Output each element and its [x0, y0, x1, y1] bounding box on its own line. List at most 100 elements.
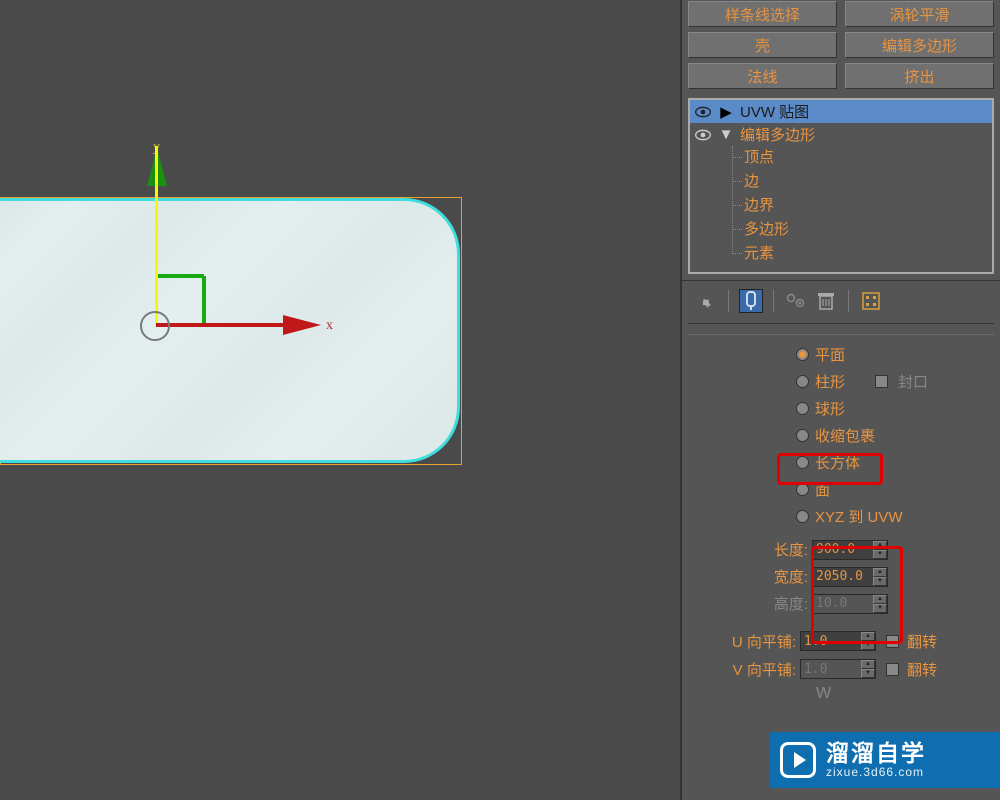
radio-off-icon [796, 456, 809, 469]
stack-item-label: UVW 贴图 [740, 101, 809, 122]
radio-label: 球形 [815, 398, 845, 419]
u-tile-input[interactable] [801, 632, 861, 650]
spinner-up-icon[interactable]: ▲ [873, 568, 887, 577]
axis-x-line[interactable] [156, 323, 288, 327]
radio-off-icon [796, 429, 809, 442]
spinner-up-icon: ▲ [861, 660, 875, 669]
subobject-vertex[interactable]: 顶点 [744, 146, 992, 170]
modifier-normal-button[interactable]: 法线 [688, 63, 837, 89]
show-end-result-icon[interactable] [739, 289, 763, 313]
v-tile-spinner: ▲▼ [800, 659, 876, 679]
visibility-toggle-icon[interactable] [694, 106, 712, 118]
radio-spherical[interactable]: 球形 [796, 395, 994, 422]
modifier-editpoly-button[interactable]: 编辑多边形 [845, 32, 994, 58]
command-panel: 样条线选择 涡轮平滑 壳 编辑多边形 法线 挤出 ▶ UVW 贴图 ▼ 编辑多边… [680, 0, 1000, 800]
subobject-edge[interactable]: 边 [744, 170, 992, 194]
u-tile-spinner[interactable]: ▲▼ [800, 631, 876, 651]
rollout-header[interactable] [688, 323, 994, 335]
radio-label: 面 [815, 479, 830, 500]
modifier-extrude-button[interactable]: 挤出 [845, 63, 994, 89]
spinner-down-icon[interactable]: ▼ [873, 577, 887, 586]
toolbar-divider [728, 290, 729, 312]
make-unique-icon[interactable] [784, 289, 808, 313]
radio-box[interactable]: 长方体 [796, 449, 994, 476]
spinner-up-icon[interactable]: ▲ [873, 541, 887, 550]
w-tile-label: W [718, 685, 994, 703]
v-flip-checkbox[interactable] [886, 663, 899, 676]
v-tile-input [801, 660, 861, 678]
spinner-up-icon[interactable]: ▲ [861, 632, 875, 641]
collapse-icon[interactable]: ▼ [718, 126, 734, 143]
v-tile-row: V 向平铺: ▲▼ 翻转 [718, 655, 994, 683]
visibility-toggle-icon[interactable] [694, 129, 712, 141]
gizmo-origin[interactable] [140, 311, 170, 341]
dimensions-group: 长度: ▲▼ 宽度: ▲▼ 高度: ▲▼ [688, 536, 994, 617]
u-tile-label: U 向平铺: [718, 631, 796, 652]
checkbox-label: 封口 [898, 371, 928, 392]
axis-y-line[interactable] [155, 146, 158, 326]
height-label: 高度: [760, 593, 808, 614]
radio-label: 收缩包裹 [815, 425, 875, 446]
stack-item-uvw-map[interactable]: ▶ UVW 贴图 [690, 100, 992, 123]
u-flip-checkbox[interactable] [886, 635, 899, 648]
radio-on-icon [796, 348, 809, 361]
stack-item-label: 编辑多边形 [740, 124, 815, 145]
pin-stack-icon[interactable] [694, 289, 718, 313]
subobject-polygon[interactable]: 多边形 [744, 218, 992, 242]
axis-x-label: x [326, 318, 333, 334]
radio-off-icon [796, 483, 809, 496]
watermark-url: zixue.3d66.com [826, 766, 926, 779]
spinner-down-icon: ▼ [861, 669, 875, 678]
configure-modifier-sets-icon[interactable] [859, 289, 883, 313]
height-input [813, 595, 873, 613]
mesh-object[interactable] [0, 198, 460, 463]
radio-label: 长方体 [815, 452, 860, 473]
stack-toolbar [682, 280, 1000, 321]
width-label: 宽度: [760, 566, 808, 587]
modifier-spline-select-button[interactable]: 样条线选择 [688, 1, 837, 27]
length-input[interactable] [813, 541, 873, 559]
length-label: 长度: [760, 539, 808, 560]
subobject-border[interactable]: 边界 [744, 194, 992, 218]
radio-xyz-to-uvw[interactable]: XYZ 到 UVW [796, 503, 994, 530]
width-input[interactable] [813, 568, 873, 586]
stack-subobjects: 顶点 边 边界 多边形 元素 [690, 146, 992, 266]
radio-label: 柱形 [815, 371, 845, 392]
u-tile-row: U 向平铺: ▲▼ 翻转 [718, 627, 994, 655]
modifier-shell-button[interactable]: 壳 [688, 32, 837, 58]
length-row: 长度: ▲▼ [760, 536, 994, 563]
subobject-element[interactable]: 元素 [744, 242, 992, 266]
spinner-down-icon[interactable]: ▼ [873, 550, 887, 559]
length-spinner[interactable]: ▲▼ [812, 540, 888, 560]
spinner-down-icon[interactable]: ▼ [861, 641, 875, 650]
expand-icon[interactable]: ▶ [718, 103, 734, 121]
viewport-3d[interactable]: y x [0, 0, 678, 800]
radio-off-icon [796, 375, 809, 388]
radio-shrinkwrap[interactable]: 收缩包裹 [796, 422, 994, 449]
axis-x-arrowhead [283, 315, 321, 335]
remove-modifier-icon[interactable] [814, 289, 838, 313]
radio-cylindrical[interactable]: 柱形 封口 [796, 368, 994, 395]
radio-off-icon [796, 510, 809, 523]
modifier-stack[interactable]: ▶ UVW 贴图 ▼ 编辑多边形 顶点 边 边界 多边形 元素 [688, 98, 994, 274]
width-spinner[interactable]: ▲▼ [812, 567, 888, 587]
width-row: 宽度: ▲▼ [760, 563, 994, 590]
v-flip-label: 翻转 [907, 659, 937, 680]
mapping-type-group: 平面 柱形 封口 球形 收缩包裹 长方体 面 XYZ 到 UVW [688, 341, 994, 530]
radio-label: 平面 [815, 344, 845, 365]
modifier-turbosmooth-button[interactable]: 涡轮平滑 [845, 1, 994, 27]
spinner-down-icon: ▼ [873, 604, 887, 613]
height-spinner: ▲▼ [812, 594, 888, 614]
play-icon [780, 742, 816, 778]
u-flip-label: 翻转 [907, 631, 937, 652]
axis-plane-edge-right [202, 276, 206, 326]
spinner-up-icon: ▲ [873, 595, 887, 604]
v-tile-label: V 向平铺: [718, 659, 796, 680]
modifier-buttons-group: 样条线选择 涡轮平滑 壳 编辑多边形 法线 挤出 [682, 0, 1000, 98]
tiling-group: U 向平铺: ▲▼ 翻转 V 向平铺: ▲▼ 翻转 W [688, 627, 994, 703]
radio-planar[interactable]: 平面 [796, 341, 994, 368]
stack-item-edit-poly[interactable]: ▼ 编辑多边形 [690, 123, 992, 146]
toolbar-divider [773, 290, 774, 312]
radio-face[interactable]: 面 [796, 476, 994, 503]
cap-checkbox[interactable] [875, 375, 888, 388]
